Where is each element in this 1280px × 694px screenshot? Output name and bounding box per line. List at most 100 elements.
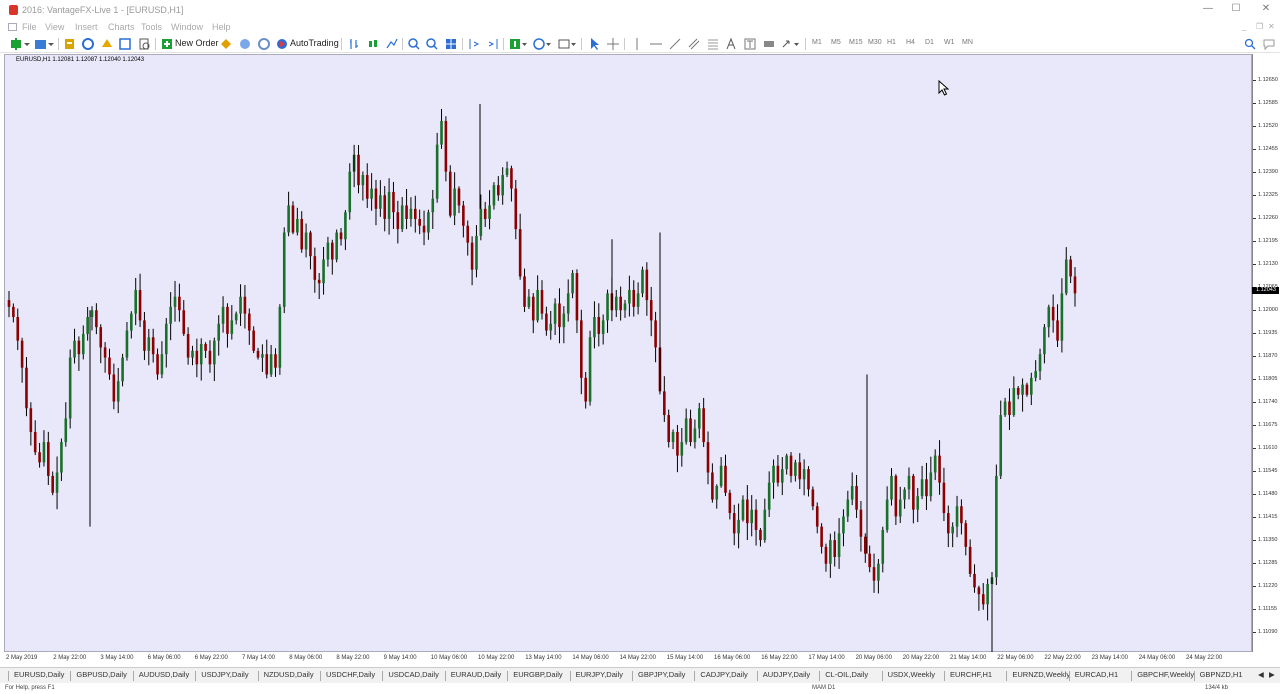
bull-candle	[86, 317, 89, 334]
bear-candle	[947, 513, 950, 534]
chart-tab[interactable]: GBPNZD,H1	[1200, 670, 1243, 679]
bull-candle	[1064, 259, 1068, 294]
bull-candle	[842, 516, 845, 534]
time-tick-label: 17 May 14:00	[808, 655, 845, 661]
price-tick-mark	[1253, 586, 1256, 587]
time-tick-label: 20 May 22:00	[902, 655, 940, 661]
chart-tab[interactable]: AUDUSD,Daily	[139, 670, 189, 679]
chart-tab[interactable]: EURCAD,H1	[1075, 670, 1118, 679]
time-tick-label: 22 May 22:00	[1044, 655, 1081, 661]
price-tick-mark	[1253, 425, 1256, 426]
tabs-scroll-right-button[interactable]: ▶	[1269, 670, 1275, 679]
bear-candle	[466, 225, 470, 243]
time-tick-label: 2 May 2019	[6, 655, 38, 661]
price-tick-mark	[1253, 540, 1256, 541]
bear-candle	[807, 469, 810, 490]
bear-candle	[667, 415, 670, 443]
price-axis: 1.12650 1.12585 1.12520 1.12455 1.12390 1.123…	[1252, 54, 1280, 652]
bull-candle	[501, 175, 504, 196]
chart-tab[interactable]: AUDJPY,Daily	[763, 670, 810, 679]
bear-candle	[584, 377, 587, 402]
bear-candle	[103, 347, 107, 358]
bull-candle	[431, 198, 435, 213]
bear-candle	[497, 185, 500, 196]
bull-candle	[780, 469, 784, 483]
chart-tab[interactable]: EURJPY,Daily	[576, 670, 623, 679]
bear-candle	[313, 256, 317, 280]
price-tick-label: 1.11675	[1258, 422, 1278, 428]
bear-candle	[732, 513, 736, 534]
bear-candle	[7, 300, 11, 307]
time-axis: 2 May 2019 2 May 22:00 3 May 14:00 6 May 06…	[4, 652, 1252, 666]
time-tick-label: 20 May 06:00	[855, 655, 892, 661]
close-button[interactable]: ✕	[1256, 3, 1276, 17]
price-tick-mark	[1253, 218, 1256, 219]
bull-candle	[90, 310, 94, 318]
price-tick-mark	[1253, 103, 1256, 104]
chart-tab[interactable]: USDCAD,Daily	[388, 670, 438, 679]
bull-candle	[169, 306, 172, 324]
chart-tab[interactable]: EURNZD,Weekly	[1012, 670, 1070, 679]
status-bar: For Help, press F1 MAM D1 134/4 kb	[0, 684, 1280, 694]
chat-icon[interactable]	[1262, 37, 1276, 51]
chart-tab[interactable]: EURGBP,Daily	[513, 670, 562, 679]
bull-candle	[636, 293, 640, 307]
bear-candle	[243, 296, 247, 314]
tab-separator	[756, 671, 758, 681]
bull-candle	[995, 475, 998, 578]
bear-candle	[274, 354, 277, 368]
chart-tab[interactable]: EURAUD,Daily	[451, 670, 501, 679]
bull-candle	[571, 273, 574, 294]
chart-tab[interactable]: USDX,Weekly	[888, 670, 935, 679]
mdi-restore-button[interactable]: ❐	[1256, 22, 1263, 31]
bull-candle	[287, 205, 290, 233]
bull-candle	[693, 428, 697, 443]
price-tick-label: 1.12455	[1258, 146, 1278, 152]
chart-tab[interactable]: GBPUSD,Daily	[76, 670, 126, 679]
bull-candle	[737, 519, 740, 534]
bear-candle	[619, 296, 622, 311]
chart-tab[interactable]: CL-OIL,Daily	[825, 670, 868, 679]
bear-candle	[247, 313, 251, 331]
chart-tab[interactable]: NZDUSD,Daily	[264, 670, 314, 679]
bull-candle	[920, 479, 924, 497]
bear-candle	[925, 479, 928, 497]
price-tick-label: 1.11090	[1258, 629, 1278, 635]
time-tick-label: 6 May 22:00	[194, 655, 228, 661]
bull-candle	[326, 242, 330, 260]
price-tick-label: 1.11220	[1258, 583, 1278, 589]
price-tick-label: 1.12390	[1258, 169, 1278, 175]
bull-candle	[160, 354, 164, 375]
bear-candle	[728, 492, 732, 514]
bear-candle	[470, 242, 474, 270]
chart-tab[interactable]: USDCHF,Daily	[326, 670, 375, 679]
tab-separator	[382, 671, 384, 681]
price-tick-label: 1.12325	[1258, 192, 1278, 198]
bear-candle	[820, 526, 823, 547]
chart-tab[interactable]: CADJPY,Daily	[700, 670, 747, 679]
bear-candle	[859, 509, 863, 537]
chart-tab[interactable]: GBPJPY,Daily	[638, 670, 685, 679]
bear-candle	[711, 472, 714, 500]
chart-tab[interactable]: EURUSD,Daily	[14, 670, 64, 679]
bear-candle	[558, 303, 561, 328]
bull-candle	[1003, 401, 1007, 416]
time-tick-label: 13 May 14:00	[525, 655, 562, 661]
tabs-scroll-left-button[interactable]: ◀	[1258, 670, 1264, 679]
bull-candle	[213, 340, 216, 365]
price-tick-mark	[1253, 264, 1256, 265]
price-tick-label: 1.12260	[1258, 215, 1278, 221]
status-help-text: For Help, press F1	[5, 685, 55, 691]
bear-candle	[510, 168, 513, 189]
price-tick-mark	[1253, 333, 1256, 334]
bull-candle	[715, 486, 719, 500]
bear-candle	[457, 188, 461, 206]
bull-candle	[553, 303, 557, 324]
bull-candle	[1047, 306, 1051, 328]
chart-tab[interactable]: EURCHF,H1	[950, 670, 992, 679]
mdi-close-button[interactable]: ✕	[1268, 22, 1275, 31]
bear-candle	[182, 310, 186, 334]
chart-tab[interactable]: GBPCHF,Weekly	[1137, 670, 1194, 679]
chart-tab[interactable]: USDJPY,Daily	[201, 670, 248, 679]
bull-candle	[230, 320, 234, 334]
